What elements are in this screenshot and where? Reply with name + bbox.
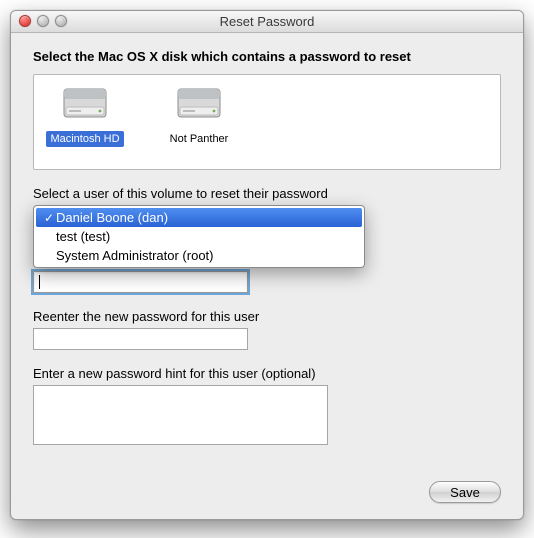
window-title: Reset Password — [11, 14, 523, 29]
minimize-button[interactable] — [37, 15, 49, 27]
hard-drive-icon — [174, 83, 224, 127]
disk-label: Not Panther — [166, 131, 233, 147]
button-row: Save — [429, 481, 501, 503]
new-password-field[interactable] — [33, 271, 248, 293]
window-controls — [19, 15, 67, 27]
disk-label: Macintosh HD — [46, 131, 123, 147]
password-hint-field[interactable] — [33, 385, 328, 445]
menu-item-daniel-boone[interactable]: ✓ Daniel Boone (dan) — [36, 208, 362, 227]
menu-item-label: test (test) — [56, 229, 354, 244]
reenter-password-field[interactable] — [33, 328, 248, 350]
content-area: Select the Mac OS X disk which contains … — [11, 33, 523, 462]
disk-item-not-panther[interactable]: Not Panther — [156, 83, 242, 147]
menu-item-label: System Administrator (root) — [56, 248, 354, 263]
user-dropdown-menu: ✓ Daniel Boone (dan) test (test) System … — [33, 205, 365, 268]
menu-item-label: Daniel Boone (dan) — [56, 210, 354, 225]
close-button[interactable] — [19, 15, 31, 27]
titlebar: Reset Password — [11, 11, 523, 33]
text-caret — [39, 275, 40, 289]
hard-drive-icon — [60, 83, 110, 127]
reset-password-window: Reset Password Select the Mac OS X disk … — [10, 10, 524, 520]
reenter-password-label: Reenter the new password for this user — [33, 309, 501, 324]
disk-heading: Select the Mac OS X disk which contains … — [33, 49, 501, 64]
menu-item-system-administrator[interactable]: System Administrator (root) — [36, 246, 362, 265]
checkmark-icon: ✓ — [42, 211, 56, 225]
disk-item-macintosh-hd[interactable]: Macintosh HD — [42, 83, 128, 147]
zoom-button[interactable] — [55, 15, 67, 27]
disk-list: Macintosh HD Not Panther — [33, 74, 501, 170]
menu-item-test[interactable]: test (test) — [36, 227, 362, 246]
password-hint-label: Enter a new password hint for this user … — [33, 366, 501, 381]
save-button[interactable]: Save — [429, 481, 501, 503]
select-user-label: Select a user of this volume to reset th… — [33, 186, 501, 201]
